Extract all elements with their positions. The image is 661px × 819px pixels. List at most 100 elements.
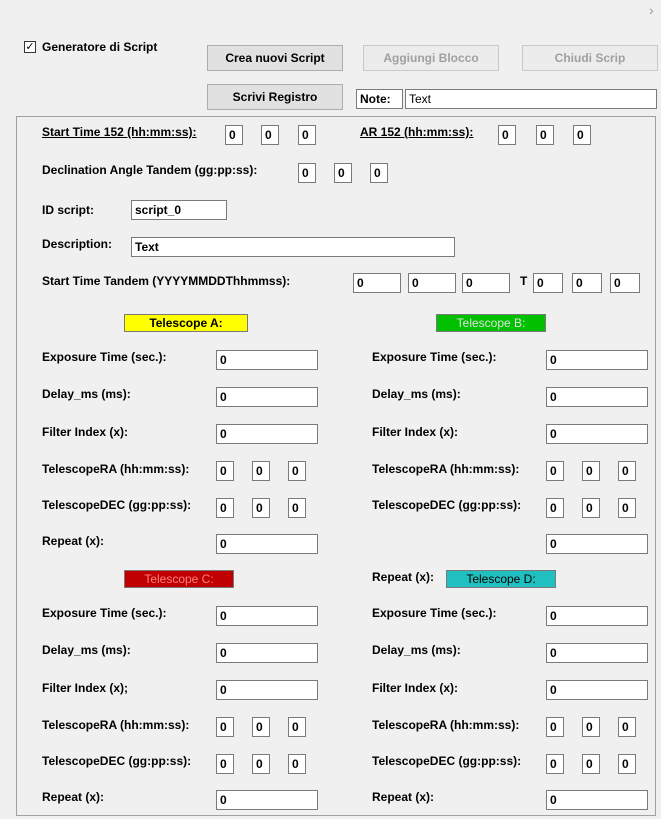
telescope-d-dec-label: TelescopeDEC (gg:pp:ss): — [372, 754, 522, 768]
telescope-a-dec-pp[interactable]: 0 — [252, 498, 270, 518]
telescope-d-exposure-label: Exposure Time (sec.): — [372, 606, 497, 620]
telescope-a-dec-ss[interactable]: 0 — [288, 498, 306, 518]
telescope-b-exposure-input[interactable]: 0 — [546, 350, 648, 370]
ar-label: AR 152 (hh:mm:ss): — [360, 125, 474, 139]
telescope-d-delay-label: Delay_ms (ms): — [372, 643, 461, 657]
tandem-start-label: Start Time Tandem (YYYYMMDDThhmmss): — [42, 274, 291, 288]
telescope-d-ra-hh[interactable]: 0 — [546, 717, 564, 737]
telescope-a-repeat-input[interactable]: 0 — [216, 534, 318, 554]
telescope-a-header: Telescope A: — [124, 314, 248, 332]
telescope-a-ra-hh[interactable]: 0 — [216, 461, 234, 481]
telescope-b-ra-hh[interactable]: 0 — [546, 461, 564, 481]
telescope-b-delay-label: Delay_ms (ms): — [372, 387, 461, 401]
telescope-d-filter-input[interactable]: 0 — [546, 680, 648, 700]
telescope-c-dec-label: TelescopeDEC (gg:pp:ss): — [42, 754, 192, 768]
start-time-ss[interactable]: 0 — [298, 125, 316, 145]
note-label: Note: — [356, 89, 403, 109]
telescope-b-repeat-input[interactable]: 0 — [546, 534, 648, 554]
telescope-d-ra-label: TelescopeRA (hh:mm:ss): — [372, 718, 520, 732]
start-time-hh[interactable]: 0 — [225, 125, 243, 145]
telescope-b-ra-ss[interactable]: 0 — [618, 461, 636, 481]
telescope-b-dec-pp[interactable]: 0 — [582, 498, 600, 518]
telescope-c-repeat-label: Repeat (x): — [42, 790, 105, 804]
telescope-b-ra-label: TelescopeRA (hh:mm:ss): — [372, 462, 520, 476]
telescope-b-dec-gg[interactable]: 0 — [546, 498, 564, 518]
telescope-d-dec-gg[interactable]: 0 — [546, 754, 564, 774]
note-input[interactable]: Text — [405, 89, 657, 109]
telescope-b-filter-input[interactable]: 0 — [546, 424, 648, 444]
telescope-c-ra-ss[interactable]: 0 — [288, 717, 306, 737]
telescope-d-header: Telescope D: — [446, 570, 556, 588]
add-block-button[interactable]: Aggiungi Blocco — [363, 45, 499, 71]
telescope-c-exposure-input[interactable]: 0 — [216, 606, 318, 626]
telescope-b-dec-ss[interactable]: 0 — [618, 498, 636, 518]
description-input[interactable]: Text — [131, 237, 455, 257]
telescope-c-ra-label: TelescopeRA (hh:mm:ss): — [42, 718, 190, 732]
telescope-a-repeat-label: Repeat (x): — [42, 534, 105, 548]
telescope-c-delay-label: Delay_ms (ms): — [42, 643, 131, 657]
ar-ss[interactable]: 0 — [573, 125, 591, 145]
telescope-c-exposure-label: Exposure Time (sec.): — [42, 606, 167, 620]
telescope-c-dec-pp[interactable]: 0 — [252, 754, 270, 774]
telescope-c-filter-input[interactable]: 0 — [216, 680, 318, 700]
telescope-a-filter-label: Filter Index (x): — [42, 425, 129, 439]
script-generator-label: Generatore di Script — [42, 40, 158, 54]
telescope-d-repeat-input[interactable]: 0 — [546, 790, 648, 810]
close-script-button[interactable]: Chiudi Scrip — [522, 45, 658, 71]
telescope-a-exposure-input[interactable]: 0 — [216, 350, 318, 370]
declination-pp[interactable]: 0 — [334, 163, 352, 183]
ar-hh[interactable]: 0 — [498, 125, 516, 145]
tandem-date-1[interactable]: 0 — [353, 273, 401, 293]
telescope-d-filter-label: Filter Index (x): — [372, 681, 459, 695]
chevron-right-icon: › — [649, 2, 654, 18]
telescope-b-ra-mm[interactable]: 0 — [582, 461, 600, 481]
tandem-time-mm[interactable]: 0 — [572, 273, 602, 293]
telescope-b-repeat-label: Repeat (x): — [372, 570, 435, 584]
telescope-d-dec-ss[interactable]: 0 — [618, 754, 636, 774]
description-label: Description: — [42, 237, 113, 251]
script-generator-checkbox[interactable]: ✓ — [24, 41, 36, 53]
tandem-date-2[interactable]: 0 — [408, 273, 456, 293]
id-script-input[interactable]: script_0 — [131, 200, 227, 220]
declination-label: Declination Angle Tandem (gg:pp:ss): — [42, 163, 258, 177]
telescope-d-delay-input[interactable]: 0 — [546, 643, 648, 663]
telescope-c-ra-mm[interactable]: 0 — [252, 717, 270, 737]
start-time-label: Start Time 152 (hh:mm:ss): — [42, 125, 197, 139]
telescope-a-ra-label: TelescopeRA (hh:mm:ss): — [42, 462, 190, 476]
telescope-b-dec-label: TelescopeDEC (gg:pp:ss): — [372, 498, 522, 512]
telescope-c-delay-input[interactable]: 0 — [216, 643, 318, 663]
declination-gg[interactable]: 0 — [298, 163, 316, 183]
start-time-mm[interactable]: 0 — [261, 125, 279, 145]
telescope-a-delay-label: Delay_ms (ms): — [42, 387, 131, 401]
telescope-c-dec-ss[interactable]: 0 — [288, 754, 306, 774]
telescope-d-ra-ss[interactable]: 0 — [618, 717, 636, 737]
telescope-a-exposure-label: Exposure Time (sec.): — [42, 350, 167, 364]
tandem-time-hh[interactable]: 0 — [533, 273, 563, 293]
telescope-c-filter-label: Filter Index (x); — [42, 681, 129, 695]
telescope-d-exposure-input[interactable]: 0 — [546, 606, 648, 626]
write-log-button[interactable]: Scrivi Registro — [207, 84, 343, 110]
telescope-c-dec-gg[interactable]: 0 — [216, 754, 234, 774]
telescope-c-ra-hh[interactable]: 0 — [216, 717, 234, 737]
telescope-a-ra-ss[interactable]: 0 — [288, 461, 306, 481]
telescope-d-repeat-label: Repeat (x): — [372, 790, 435, 804]
declination-ss[interactable]: 0 — [370, 163, 388, 183]
telescope-c-header: Telescope C: — [124, 570, 234, 588]
telescope-a-dec-label: TelescopeDEC (gg:pp:ss): — [42, 498, 192, 512]
telescope-a-ra-mm[interactable]: 0 — [252, 461, 270, 481]
telescope-d-dec-pp[interactable]: 0 — [582, 754, 600, 774]
telescope-b-delay-input[interactable]: 0 — [546, 387, 648, 407]
telescope-a-delay-input[interactable]: 0 — [216, 387, 318, 407]
telescope-a-filter-input[interactable]: 0 — [216, 424, 318, 444]
tandem-time-ss[interactable]: 0 — [610, 273, 640, 293]
telescope-b-filter-label: Filter Index (x): — [372, 425, 459, 439]
telescope-a-dec-gg[interactable]: 0 — [216, 498, 234, 518]
telescope-c-repeat-input[interactable]: 0 — [216, 790, 318, 810]
tandem-t-separator: T — [520, 274, 528, 288]
tandem-date-3[interactable]: 0 — [462, 273, 510, 293]
id-script-label: ID script: — [42, 203, 95, 217]
telescope-b-header: Telescope B: — [436, 314, 546, 332]
telescope-d-ra-mm[interactable]: 0 — [582, 717, 600, 737]
create-scripts-button[interactable]: Crea nuovi Script — [207, 45, 343, 71]
ar-mm[interactable]: 0 — [536, 125, 554, 145]
